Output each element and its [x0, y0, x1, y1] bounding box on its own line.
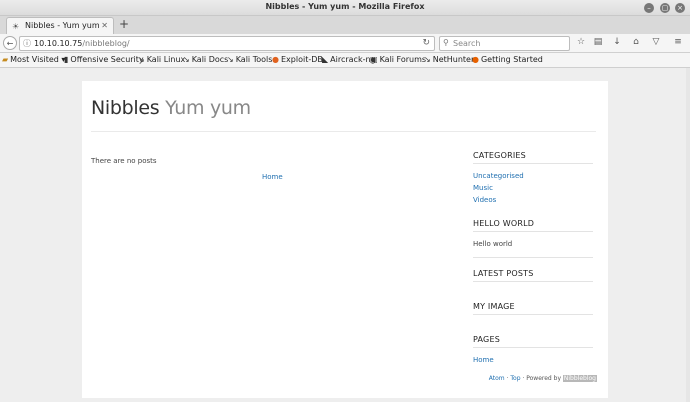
widget-title-categories: CATEGORIES	[473, 151, 526, 160]
aircrack-icon: ◣	[322, 55, 329, 64]
page-link-home[interactable]: Home	[473, 356, 494, 364]
bookmark-kali-forums[interactable]: ▣ Kali Forums	[370, 55, 426, 64]
widget-divider	[473, 231, 593, 232]
widget-divider	[473, 257, 593, 258]
bookmark-label: Kali Linux	[146, 55, 186, 64]
widget-title-latest-posts: LATEST POSTS	[473, 269, 534, 278]
category-link-music[interactable]: Music	[473, 184, 493, 192]
blog-slogan: Yum yum	[165, 97, 251, 119]
bookmark-most-visited[interactable]: ▰ Most Visited ▾	[2, 55, 65, 64]
url-path: /nibbleblog/	[82, 39, 130, 48]
bookmark-nethunter[interactable]: ↘ NetHunter	[424, 55, 474, 64]
bookmark-kali-tools[interactable]: ↘ Kali Tools	[227, 55, 272, 64]
widget-title-hello-world: HELLO WORLD	[473, 219, 535, 228]
page-viewport: Nibbles Yum yum There are no posts Home …	[0, 68, 690, 402]
bookmarks-toolbar: ▰ Most Visited ▾ ▮ Offensive Security ↘ Kal…	[0, 53, 690, 68]
kali-forums-icon: ▣	[370, 55, 378, 64]
search-bar[interactable]: ⚲	[439, 36, 570, 51]
home-icon[interactable]: ⌂	[630, 37, 642, 47]
widget-divider	[473, 163, 593, 164]
reload-icon[interactable]: ↻	[422, 38, 430, 48]
page-scrollbar[interactable]	[686, 68, 690, 402]
exploitdb-icon: ●	[272, 55, 279, 64]
site-info-icon[interactable]: ⓘ	[23, 38, 31, 49]
top-link[interactable]: Top	[510, 375, 520, 382]
library-icon[interactable]: ▤	[592, 37, 604, 47]
bookmark-label: Most Visited	[10, 55, 59, 64]
tab-close-icon[interactable]: ✕	[101, 21, 108, 30]
url-bar[interactable]: ⓘ 10.10.10.75/nibbleblog/ ↻	[19, 36, 435, 51]
category-link-videos[interactable]: Videos	[473, 196, 496, 204]
maximize-icon[interactable]: ▢	[660, 3, 670, 13]
bookmark-label: Kali Tools	[235, 55, 273, 64]
widget-title-pages: PAGES	[473, 335, 500, 344]
kali-icon: ↘	[227, 55, 234, 64]
minimize-icon[interactable]: –	[644, 3, 654, 13]
blog-footer: Atom · Top · Powered by Nibbleblog	[489, 375, 597, 382]
hello-world-text: Hello world	[473, 240, 513, 248]
widget-divider	[473, 281, 593, 282]
folder-icon: ▰	[2, 55, 9, 64]
bookmark-label: Offensive Security	[70, 55, 144, 64]
footer-powered-text: · Powered by	[520, 375, 563, 382]
window-titlebar: Nibbles - Yum yum - Mozilla Firefox – ▢ …	[0, 0, 690, 16]
tab-title: Nibbles - Yum yum	[25, 21, 100, 30]
navigation-toolbar: ← ⓘ 10.10.10.75/nibbleblog/ ↻ ⚲ ☆ ▤ ↓ ⌂ …	[0, 34, 690, 53]
offsec-icon: ▮	[64, 55, 69, 64]
kali-icon: ↘	[424, 55, 431, 64]
blog-name: Nibbles	[91, 97, 160, 119]
bookmark-label: Exploit-DB	[280, 55, 323, 64]
new-tab-button[interactable]: +	[119, 18, 129, 30]
close-window-icon[interactable]: ×	[675, 3, 685, 13]
tab-nibbles[interactable]: ☀ Nibbles - Yum yum ✕	[6, 17, 114, 34]
atom-feed-link[interactable]: Atom	[489, 375, 505, 382]
pager-home-link[interactable]: Home	[262, 173, 283, 181]
blog-title: Nibbles Yum yum	[91, 97, 251, 119]
search-input[interactable]	[453, 39, 563, 48]
widget-divider	[473, 314, 593, 315]
tab-favicon-icon: ☀	[12, 22, 20, 31]
firefox-icon: ●	[472, 55, 479, 64]
bookmark-label: Kali Docs	[191, 55, 229, 64]
bookmark-offensive-security[interactable]: ▮ Offensive Security	[64, 55, 144, 64]
widget-title-my-image: MY IMAGE	[473, 302, 515, 311]
blog-container: Nibbles Yum yum There are no posts Home …	[82, 81, 608, 398]
header-divider	[91, 131, 596, 132]
url-text[interactable]: 10.10.10.75/nibbleblog/	[34, 39, 130, 48]
nibbleblog-badge[interactable]: Nibbleblog	[562, 375, 597, 382]
tab-strip: ☀ Nibbles - Yum yum ✕ +	[0, 16, 690, 34]
bookmark-kali-linux[interactable]: ↘ Kali Linux	[138, 55, 185, 64]
no-posts-message: There are no posts	[91, 157, 157, 165]
bookmark-star-icon[interactable]: ☆	[575, 37, 587, 47]
bookmark-label: Aircrack-ng	[330, 55, 376, 64]
bookmark-kali-docs[interactable]: ↘ Kali Docs	[183, 55, 228, 64]
menu-icon[interactable]: ≡	[672, 37, 684, 47]
kali-icon: ↘	[183, 55, 190, 64]
bookmark-label: Getting Started	[480, 55, 543, 64]
bookmark-label: NetHunter	[432, 55, 475, 64]
back-button[interactable]: ←	[3, 36, 17, 50]
bookmark-aircrack-ng[interactable]: ◣ Aircrack-ng	[322, 55, 376, 64]
window-title: Nibbles - Yum yum - Mozilla Firefox	[265, 2, 425, 11]
downloads-icon[interactable]: ↓	[611, 37, 623, 47]
bookmark-getting-started[interactable]: ● Getting Started	[472, 55, 543, 64]
search-icon: ⚲	[443, 38, 449, 47]
url-host: 10.10.10.75	[34, 39, 83, 48]
kali-icon: ↘	[138, 55, 145, 64]
bookmark-label: Kali Forums	[379, 55, 427, 64]
widget-divider	[473, 347, 593, 348]
category-link-uncategorised[interactable]: Uncategorised	[473, 172, 524, 180]
pocket-icon[interactable]: ▽	[650, 37, 662, 47]
bookmark-exploit-db[interactable]: ● Exploit-DB	[272, 55, 323, 64]
